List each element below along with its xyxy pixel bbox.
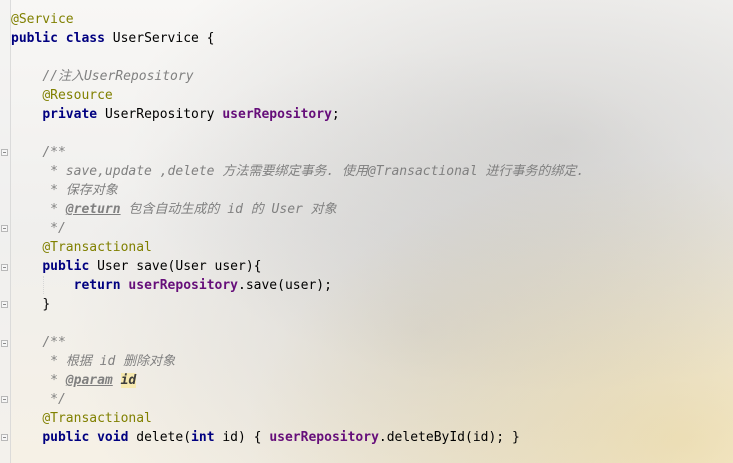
save-signature: User save(User user){ xyxy=(97,259,262,274)
fold-marker-icon[interactable] xyxy=(1,264,8,271)
transactional-annotation: @Transactional xyxy=(42,240,152,255)
code-line: @Resource xyxy=(11,86,584,105)
doc-close: */ xyxy=(42,392,66,407)
code-line: /** xyxy=(11,143,584,162)
semicolon: ; xyxy=(331,107,340,122)
code-line: * @return 包含自动生成的 id 的 User 对象 xyxy=(11,200,584,219)
doc-param-name: id xyxy=(120,373,137,388)
keyword-int: int xyxy=(191,430,215,445)
keyword-class: class xyxy=(65,31,105,46)
doc-prefix: * xyxy=(42,202,66,217)
code-editor[interactable]: @Service public class UserService { //注入… xyxy=(0,0,733,463)
service-annotation: @Service xyxy=(11,12,74,27)
class-name: UserService xyxy=(112,31,199,46)
delete-method-name: delete xyxy=(136,430,184,445)
code-line: * 保存对象 xyxy=(11,181,584,200)
delete-params: id) { xyxy=(214,430,270,445)
keyword-void: void xyxy=(97,430,129,445)
code-line: public User save(User user){ xyxy=(11,257,584,276)
editor-gutter[interactable] xyxy=(0,0,11,463)
doc-open: /** xyxy=(42,145,66,160)
repo-type: UserRepository xyxy=(104,107,215,122)
doc-close: */ xyxy=(42,221,66,236)
doc-text: * save,update ,delete 方法需要绑定事务. 使用@Trans… xyxy=(42,164,585,179)
doc-return-text: 包含自动生成的 id 的 User 对象 xyxy=(120,202,337,217)
transactional-annotation: @Transactional xyxy=(42,411,152,426)
code-line: * 根据 id 删除对象 xyxy=(11,352,584,371)
code-line: @Service xyxy=(11,10,584,29)
brace-close: } xyxy=(42,297,51,312)
repo-field: userRepository xyxy=(222,107,332,122)
doc-param-tag: @param xyxy=(65,373,113,388)
fold-marker-icon[interactable] xyxy=(1,149,8,156)
code-line: public void delete(int id) { userReposit… xyxy=(11,428,584,447)
keyword-public: public xyxy=(42,259,90,274)
fold-marker-icon[interactable] xyxy=(1,340,8,347)
resource-annotation: @Resource xyxy=(42,88,113,103)
doc-prefix: * xyxy=(42,373,66,388)
doc-text: * 根据 id 删除对象 xyxy=(42,354,176,369)
fold-marker-icon[interactable] xyxy=(1,396,8,403)
comment-inject: //注入UserRepository xyxy=(42,69,194,84)
code-line: private UserRepository userRepository; xyxy=(11,105,584,124)
delete-call: .deleteById(id); } xyxy=(378,430,520,445)
repo-field: userRepository xyxy=(128,278,238,293)
keyword-public: public xyxy=(42,430,90,445)
keyword-public: public xyxy=(11,31,58,46)
fold-marker-icon[interactable] xyxy=(1,434,8,441)
code-line: //注入UserRepository xyxy=(11,67,584,86)
doc-return-tag: @return xyxy=(65,202,121,217)
fold-marker-icon[interactable] xyxy=(1,225,8,232)
fold-marker-icon[interactable] xyxy=(1,301,8,308)
keyword-return: return xyxy=(73,278,121,293)
doc-open: /** xyxy=(42,335,66,350)
code-line: */ xyxy=(11,390,584,409)
paren: ( xyxy=(183,430,192,445)
code-line: @Transactional xyxy=(11,409,584,428)
code-line: return userRepository.save(user); xyxy=(11,276,584,295)
repo-field: userRepository xyxy=(269,430,379,445)
brace: { xyxy=(198,31,215,46)
code-line: * save,update ,delete 方法需要绑定事务. 使用@Trans… xyxy=(11,162,584,181)
code-line: */ xyxy=(11,219,584,238)
code-line: public class UserService { xyxy=(11,29,584,48)
save-call: .save(user); xyxy=(238,278,332,293)
keyword-private: private xyxy=(42,107,98,122)
doc-text: * 保存对象 xyxy=(42,183,118,198)
code-line: * @param id xyxy=(11,371,584,390)
code-line: /** xyxy=(11,333,584,352)
code-line: } xyxy=(11,295,584,314)
code-line: @Transactional xyxy=(11,238,584,257)
code-area[interactable]: @Service public class UserService { //注入… xyxy=(11,10,584,447)
